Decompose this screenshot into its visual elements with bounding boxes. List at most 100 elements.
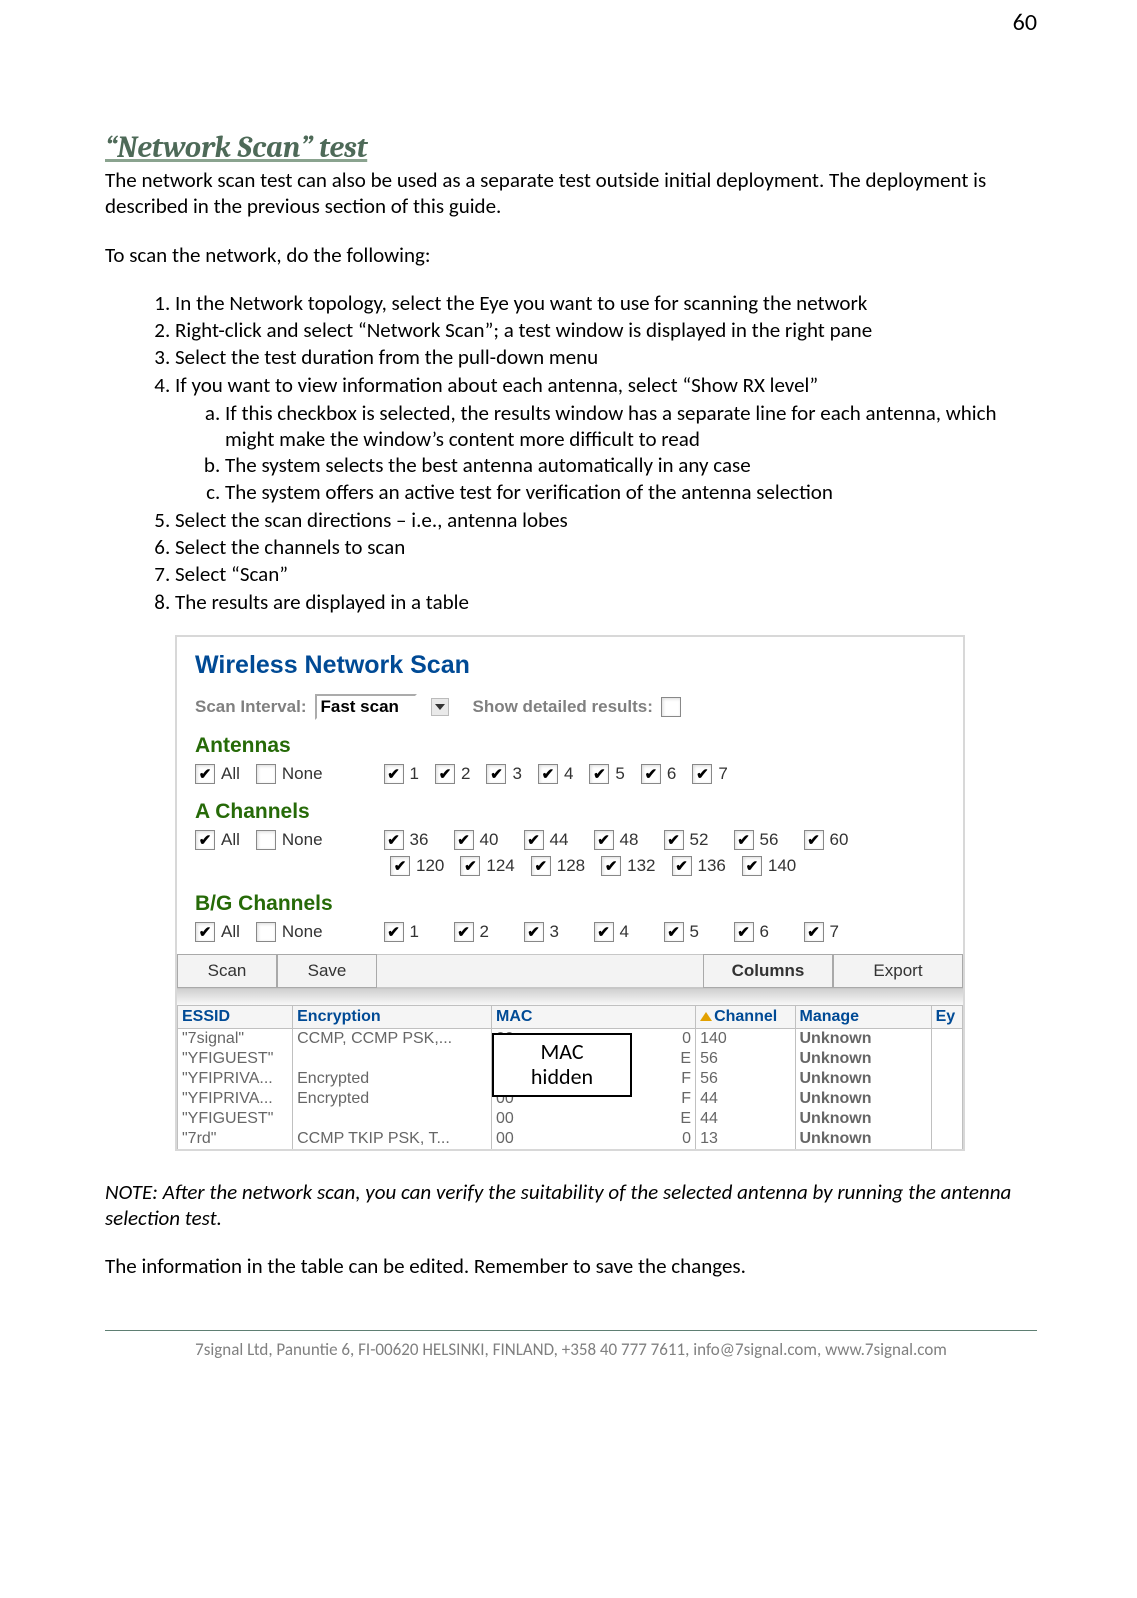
closing-paragraph: The information in the table can be edit… bbox=[105, 1253, 1037, 1279]
cell-ey bbox=[931, 1129, 962, 1149]
mac-overlay-line2: hidden bbox=[502, 1064, 622, 1089]
results-table-wrap: ESSID Encryption MAC Channel Manage Ey "… bbox=[177, 1005, 963, 1149]
a-chan-opt: 124 bbox=[486, 856, 514, 876]
cell-encryption bbox=[293, 1049, 492, 1069]
step-4: If you want to view information about ea… bbox=[175, 372, 1037, 505]
antenna-6-checkbox[interactable] bbox=[641, 764, 661, 784]
scan-interval-value: Fast scan bbox=[321, 697, 399, 717]
bg-chan-checkbox[interactable] bbox=[804, 922, 824, 942]
bg-chan-checkbox[interactable] bbox=[384, 922, 404, 942]
bg-chan-opt: 7 bbox=[830, 922, 858, 942]
a-chan-opt: 128 bbox=[557, 856, 585, 876]
antenna-3-checkbox[interactable] bbox=[486, 764, 506, 784]
cell-essid: "YFIPRIVA... bbox=[178, 1069, 293, 1089]
antennas-all-checkbox[interactable] bbox=[195, 764, 215, 784]
step-4-sublist: If this checkbox is selected, the result… bbox=[175, 400, 1037, 505]
step-3: Select the test duration from the pull-d… bbox=[175, 344, 1037, 370]
bg-chan-checkbox[interactable] bbox=[664, 922, 684, 942]
chevron-down-icon[interactable] bbox=[431, 698, 449, 716]
a-chan-checkbox[interactable] bbox=[594, 830, 614, 850]
col-manage-header[interactable]: Manage bbox=[795, 1005, 931, 1028]
a-chan-checkbox[interactable] bbox=[601, 856, 621, 876]
a-chan-opt: 52 bbox=[690, 830, 718, 850]
a-all-checkbox[interactable] bbox=[195, 830, 215, 850]
button-row: Scan Save Columns Export bbox=[177, 944, 963, 988]
a-chan-opt: 44 bbox=[550, 830, 578, 850]
antenna-opt: 7 bbox=[718, 764, 727, 784]
antenna-opt: 1 bbox=[410, 764, 419, 784]
step-7: Select “Scan” bbox=[175, 561, 1037, 587]
antenna-2-checkbox[interactable] bbox=[435, 764, 455, 784]
page-number: 60 bbox=[1013, 8, 1037, 37]
bg-chan-checkbox[interactable] bbox=[454, 922, 474, 942]
bg-channels-row: All None 1 2 3 4 5 6 7 bbox=[177, 918, 963, 944]
a-chan-checkbox[interactable] bbox=[804, 830, 824, 850]
step-4b: The system selects the best antenna auto… bbox=[225, 452, 1037, 478]
bg-chan-checkbox[interactable] bbox=[594, 922, 614, 942]
cell-channel: 44 bbox=[696, 1089, 795, 1109]
cell-channel: 13 bbox=[696, 1129, 795, 1149]
a-chan-checkbox[interactable] bbox=[672, 856, 692, 876]
cell-essid: "7rd" bbox=[178, 1129, 293, 1149]
bg-chan-checkbox[interactable] bbox=[524, 922, 544, 942]
antenna-opt: 5 bbox=[615, 764, 624, 784]
col-mac-header[interactable]: MAC bbox=[491, 1005, 695, 1028]
cell-essid: "YFIGUEST" bbox=[178, 1109, 293, 1129]
columns-button[interactable]: Columns bbox=[703, 954, 833, 988]
a-chan-checkbox[interactable] bbox=[531, 856, 551, 876]
a-chan-opt: 36 bbox=[410, 830, 438, 850]
a-chan-checkbox[interactable] bbox=[454, 830, 474, 850]
table-row[interactable]: "YFIGUEST"00E44Unknown bbox=[178, 1109, 963, 1129]
bg-none-checkbox[interactable] bbox=[256, 922, 276, 942]
a-chan-checkbox[interactable] bbox=[742, 856, 762, 876]
bg-chan-checkbox[interactable] bbox=[734, 922, 754, 942]
bg-chan-opt: 6 bbox=[760, 922, 788, 942]
a-chan-checkbox[interactable] bbox=[460, 856, 480, 876]
cell-essid: "YFIGUEST" bbox=[178, 1049, 293, 1069]
col-channel-label: Channel bbox=[714, 1008, 777, 1025]
cell-channel: 140 bbox=[696, 1028, 795, 1049]
antenna-4-checkbox[interactable] bbox=[538, 764, 558, 784]
cell-essid: "7signal" bbox=[178, 1028, 293, 1049]
step-4-text: If you want to view information about ea… bbox=[175, 372, 818, 398]
scan-interval-dropdown[interactable]: Fast scan bbox=[315, 694, 417, 720]
antenna-opt: 4 bbox=[564, 764, 573, 784]
col-encryption-header[interactable]: Encryption bbox=[293, 1005, 492, 1028]
export-button[interactable]: Export bbox=[833, 954, 963, 988]
cell-encryption bbox=[293, 1109, 492, 1129]
a-chan-checkbox[interactable] bbox=[734, 830, 754, 850]
step-5: Select the scan directions – i.e., anten… bbox=[175, 507, 1037, 533]
a-chan-checkbox[interactable] bbox=[390, 856, 410, 876]
cell-manage: Unknown bbox=[795, 1089, 931, 1109]
show-detailed-checkbox[interactable] bbox=[661, 697, 681, 717]
col-channel-header[interactable]: Channel bbox=[696, 1005, 795, 1028]
antenna-7-checkbox[interactable] bbox=[692, 764, 712, 784]
all-label: All bbox=[221, 830, 240, 850]
cell-manage: Unknown bbox=[795, 1109, 931, 1129]
step-2: Right-click and select “Network Scan”; a… bbox=[175, 317, 1037, 343]
wireless-scan-panel: Wireless Network Scan Scan Interval: Fas… bbox=[175, 635, 965, 1151]
a-channels-row-1: All None 36 40 44 48 52 56 60 bbox=[177, 826, 963, 852]
save-button[interactable]: Save bbox=[277, 954, 377, 988]
show-detailed-label: Show detailed results: bbox=[473, 697, 653, 717]
col-essid-header[interactable]: ESSID bbox=[178, 1005, 293, 1028]
antenna-5-checkbox[interactable] bbox=[589, 764, 609, 784]
a-chan-checkbox[interactable] bbox=[524, 830, 544, 850]
antennas-row: All None 1 2 3 4 5 6 7 bbox=[177, 760, 963, 786]
bg-all-checkbox[interactable] bbox=[195, 922, 215, 942]
table-row[interactable]: "7rd"CCMP TKIP PSK, T...00013Unknown bbox=[178, 1129, 963, 1149]
scan-button[interactable]: Scan bbox=[177, 954, 277, 988]
a-none-checkbox[interactable] bbox=[256, 830, 276, 850]
a-chan-checkbox[interactable] bbox=[664, 830, 684, 850]
col-ey-header[interactable]: Ey bbox=[931, 1005, 962, 1028]
a-chan-checkbox[interactable] bbox=[384, 830, 404, 850]
mac-hidden-overlay: MAC hidden bbox=[492, 1033, 632, 1098]
antennas-none-checkbox[interactable] bbox=[256, 764, 276, 784]
bg-chan-opt: 1 bbox=[410, 922, 438, 942]
cell-manage: Unknown bbox=[795, 1049, 931, 1069]
sort-asc-icon bbox=[700, 1012, 712, 1021]
antenna-1-checkbox[interactable] bbox=[384, 764, 404, 784]
cell-ey bbox=[931, 1049, 962, 1069]
cell-encryption: Encrypted bbox=[293, 1069, 492, 1089]
step-1: In the Network topology, select the Eye … bbox=[175, 290, 1037, 316]
